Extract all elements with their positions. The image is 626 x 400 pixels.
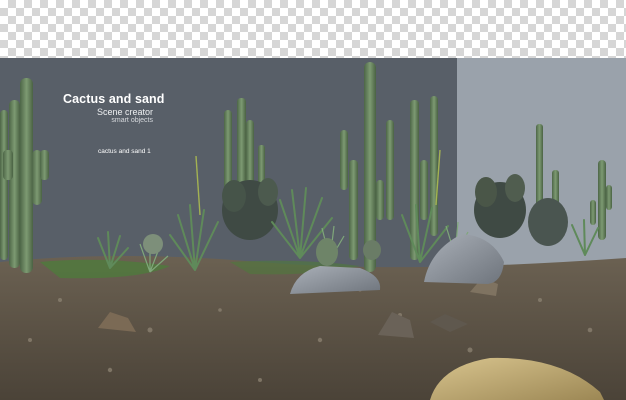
cactus-left-group (0, 78, 49, 273)
scene-illustration (0, 62, 626, 400)
cactus-group-right (386, 96, 438, 260)
prickly-pear-cluster (222, 174, 568, 246)
barrel-cactus (143, 234, 163, 254)
cactus-tall-center (340, 62, 384, 272)
overlay-caption: cactus and sand 1 (98, 148, 151, 155)
barrel-cactus (363, 240, 381, 260)
overlay-subtitle: Scene creator (96, 107, 153, 117)
overlay-subsubtitle: smart objects (111, 117, 153, 124)
overlay-title: Cactus and sand (63, 92, 165, 106)
barrel-cactus (316, 238, 338, 266)
